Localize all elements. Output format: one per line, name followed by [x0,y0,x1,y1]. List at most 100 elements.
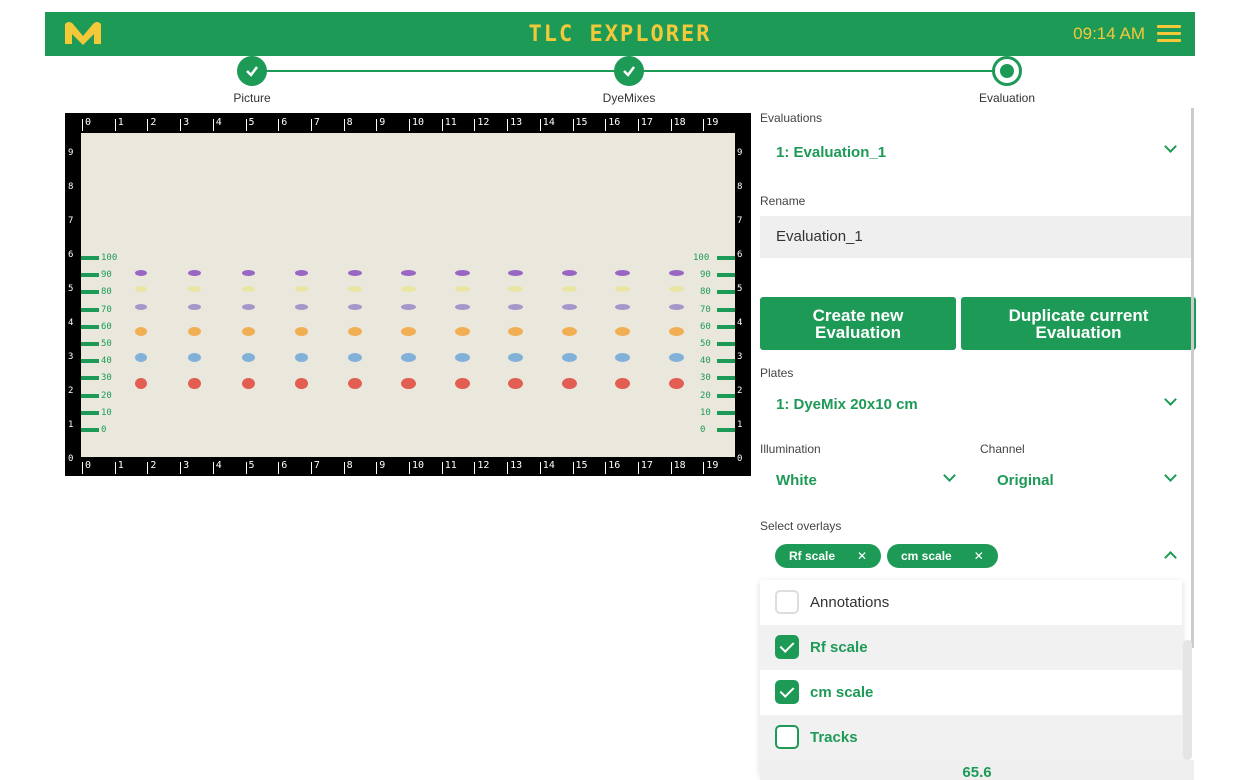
cm-side-label: 9 [68,148,74,158]
cm-tick-label: 6 [278,117,288,131]
dye-spot [348,353,362,362]
rf-tick-label: 0 [101,425,107,435]
cm-ruler-bottom: 0 1 2 3 4 5 6 7 8 9 10 11 12 13 14 15 16 17 18 19 [65,456,751,476]
rf-tick-right [717,324,735,329]
dye-spot [508,327,523,336]
cm-side-label: 5 [68,284,74,294]
cm-tick-label: 12 [474,117,490,131]
dye-spot [348,286,362,292]
illumination-select[interactable]: White [776,472,817,489]
chevron-down-icon[interactable] [943,471,957,485]
rf-tick-right [717,376,735,381]
chevron-down-icon[interactable] [1164,142,1178,156]
plates-label: Plates [760,366,794,380]
cm-tick-label: 11 [441,117,457,131]
cm-side-label: 2 [68,386,74,396]
step-evaluation[interactable]: Evaluation [947,56,1067,105]
rf-tick-left [81,324,99,329]
cm-side-label: 0 [68,454,74,464]
dye-spot [294,270,309,276]
rf-tick-label: 50 [101,339,112,349]
chevron-down-icon[interactable] [1164,471,1178,485]
dye-spot [135,304,147,310]
cm-side-label: 6 [68,250,74,260]
rf-tick-left [81,393,99,398]
channel-select[interactable]: Original [997,472,1054,489]
dye-spot [188,286,201,292]
rf-tick-label: 100 [101,253,118,263]
dye-spot [454,378,470,389]
cm-tick-label: 19 [703,117,719,131]
chevron-up-icon[interactable] [1164,548,1178,562]
dye-spot [454,304,470,310]
option-cm-scale[interactable]: cm scale [760,670,1182,715]
dye-spot [135,327,147,336]
dye-spot [348,304,362,310]
dye-spot [241,270,255,276]
chevron-down-icon[interactable] [1164,395,1178,409]
checkbox[interactable] [775,590,799,614]
rf-tick-right [717,393,735,398]
rf-tick-label: 10 [700,407,711,418]
dye-spot [294,286,309,292]
plates-select[interactable]: 1: DyeMix 20x10 cm [776,396,918,413]
close-icon[interactable]: ✕ [857,549,867,563]
cm-side-label: 6 [737,250,743,260]
rf-tick-label: 70 [700,304,711,315]
dye-spot [561,378,577,389]
cm-tick-label: 10 [408,117,425,131]
cm-side-label: 8 [68,182,74,192]
duplicate-evaluation-button[interactable]: Duplicate current Evaluation [961,297,1196,350]
rename-input[interactable]: Evaluation_1 [760,216,1194,258]
cm-tick-label: 3 [180,460,190,474]
dye-spot [401,304,416,310]
clock-time: 09:14 AM [1073,24,1145,43]
app-header: TLC EXPLORER 09:14 AM [0,0,1235,56]
cm-tick-label: 9 [376,460,386,474]
tlc-plate-image[interactable]: 0 1 2 3 4 5 6 7 8 9 10 11 12 13 14 15 16 17 18 19 100 100 90 9… [65,113,751,476]
rename-label: Rename [760,194,806,208]
cm-side-label: 4 [68,318,74,328]
cm-tick-label: 19 [703,460,719,474]
panel-scrollbar[interactable] [1191,108,1194,648]
dye-spot [241,378,255,389]
evaluations-select[interactable]: 1: Evaluation_1 [776,144,886,161]
checkbox[interactable] [775,725,799,749]
rf-tick-right [717,290,735,295]
rf-tick-right [717,410,735,415]
cm-tick-label: 11 [441,460,457,474]
cm-tick-label: 10 [408,460,425,474]
dye-spot [508,353,523,362]
option-label: Rf scale [810,639,868,656]
cm-side-label: 3 [737,352,743,362]
cm-side-label: 4 [737,318,743,328]
cm-tick-label: 0 [81,460,92,474]
cm-tick-label: 17 [637,117,653,131]
step-picture[interactable]: Picture [192,56,312,105]
dye-spot [668,353,684,362]
cm-side-label: 0 [737,454,743,464]
cm-tick-label: 15 [572,460,588,474]
dye-spot [615,378,630,389]
close-icon[interactable]: ✕ [974,549,984,563]
chip-cm-scale[interactable]: cm scale ✕ [887,544,998,568]
cm-side-label: 1 [68,420,74,430]
step-label: Picture [233,91,271,105]
checkbox-checked[interactable] [775,680,799,704]
hamburger-menu-icon[interactable] [1157,25,1181,43]
dye-spot [454,353,470,362]
rf-tick-left [81,410,99,415]
cm-tick-label: 5 [245,460,255,474]
option-rf-scale[interactable]: Rf scale [760,625,1182,670]
create-evaluation-button[interactable]: Create new Evaluation [760,297,956,350]
dropdown-scrollbar[interactable] [1183,640,1192,760]
option-tracks[interactable]: Tracks [760,715,1182,760]
checkbox-checked[interactable] [775,635,799,659]
cm-tick-label: 1 [114,460,124,474]
workflow-stepper: Picture DyeMixes Evaluation [0,56,1235,111]
chip-rf-scale[interactable]: Rf scale ✕ [775,544,882,568]
rf-tick-right [717,256,735,260]
option-annotations[interactable]: Annotations [760,580,1182,625]
rf-tick-label: 100 [693,253,710,263]
step-dyemixes[interactable]: DyeMixes [569,56,689,105]
